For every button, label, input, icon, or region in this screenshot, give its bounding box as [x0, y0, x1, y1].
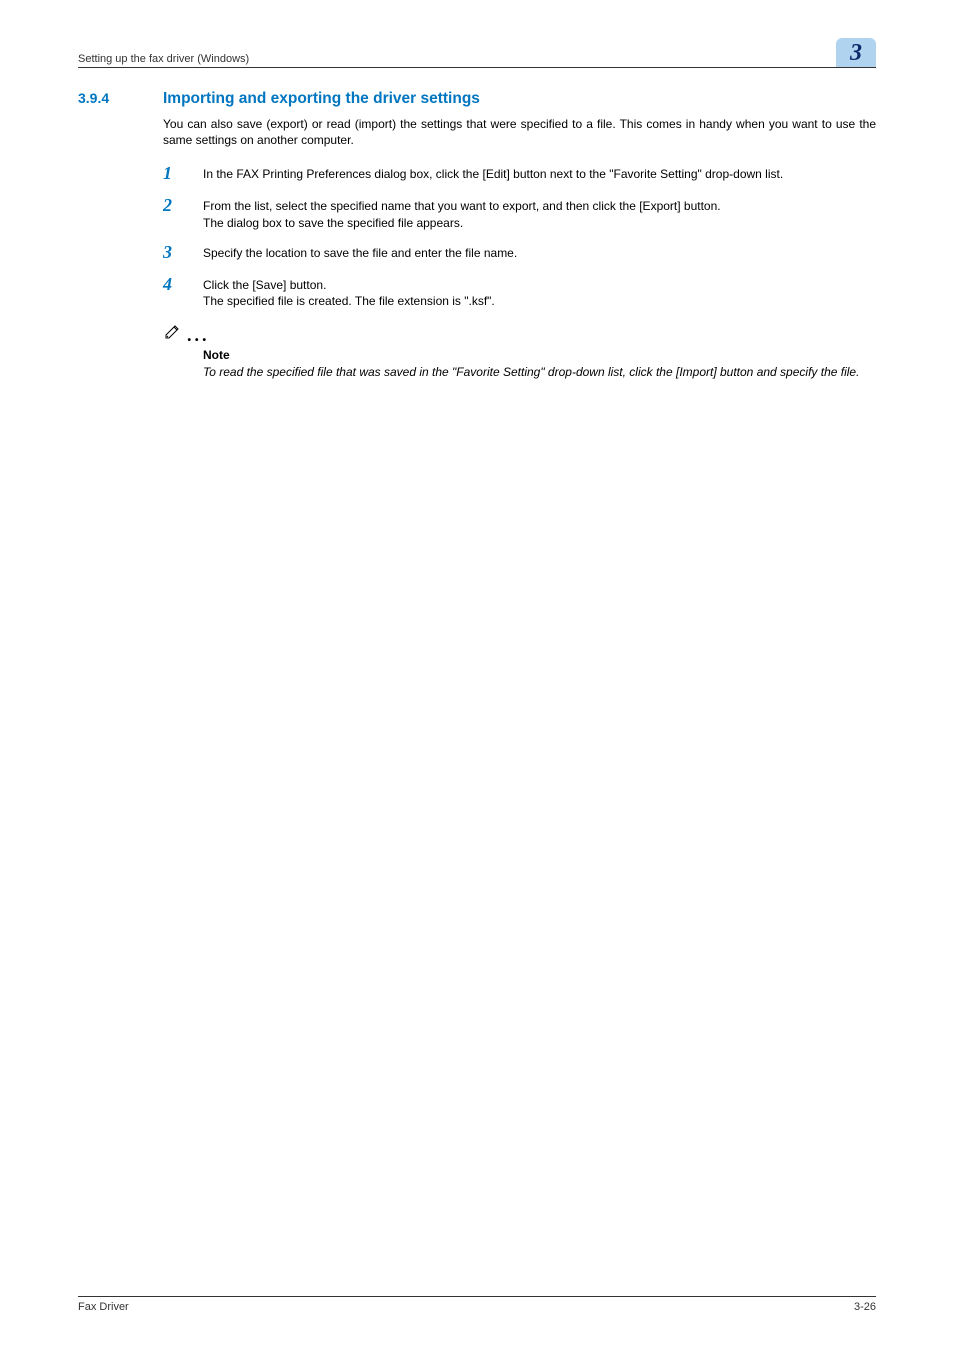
step-4: 4 Click the [Save] button. The specified… [163, 275, 876, 309]
step-number: 2 [163, 195, 172, 215]
note-label: Note [203, 348, 876, 362]
step-number: 4 [163, 274, 172, 294]
step-text: From the list, select the specified name… [203, 198, 876, 214]
section-heading: 3.9.4 Importing and exporting the driver… [78, 90, 876, 108]
footer-left: Fax Driver [78, 1301, 129, 1313]
step-followup: The specified file is created. The file … [203, 293, 876, 309]
pencil-icon [163, 321, 183, 346]
page-header: Setting up the fax driver (Windows) 3 [78, 38, 876, 68]
step-3: 3 Specify the location to save the file … [163, 243, 876, 263]
step-1: 1 In the FAX Printing Preferences dialog… [163, 164, 876, 184]
breadcrumb: Setting up the fax driver (Windows) [78, 53, 249, 65]
step-2: 2 From the list, select the specified na… [163, 196, 876, 230]
content-area: You can also save (export) or read (impo… [163, 116, 876, 380]
chapter-number: 3 [850, 40, 862, 66]
step-followup: The dialog box to save the specified fil… [203, 215, 876, 231]
step-text: Click the [Save] button. [203, 277, 876, 293]
step-text: Specify the location to save the file an… [203, 245, 876, 261]
step-text: In the FAX Printing Preferences dialog b… [203, 166, 876, 182]
section-number: 3.9.4 [78, 90, 163, 106]
note-block: ... Note To read the specified file that… [163, 321, 876, 380]
ellipsis-icon: ... [187, 325, 210, 346]
note-icon-row: ... [163, 321, 876, 346]
section-title: Importing and exporting the driver setti… [163, 90, 480, 108]
page-footer: Fax Driver 3-26 [78, 1296, 876, 1313]
footer-right: 3-26 [854, 1301, 876, 1313]
note-body: To read the specified file that was save… [203, 364, 876, 380]
step-number: 1 [163, 163, 172, 183]
intro-paragraph: You can also save (export) or read (impo… [163, 116, 876, 148]
step-number: 3 [163, 242, 172, 262]
chapter-bubble: 3 [836, 38, 876, 67]
